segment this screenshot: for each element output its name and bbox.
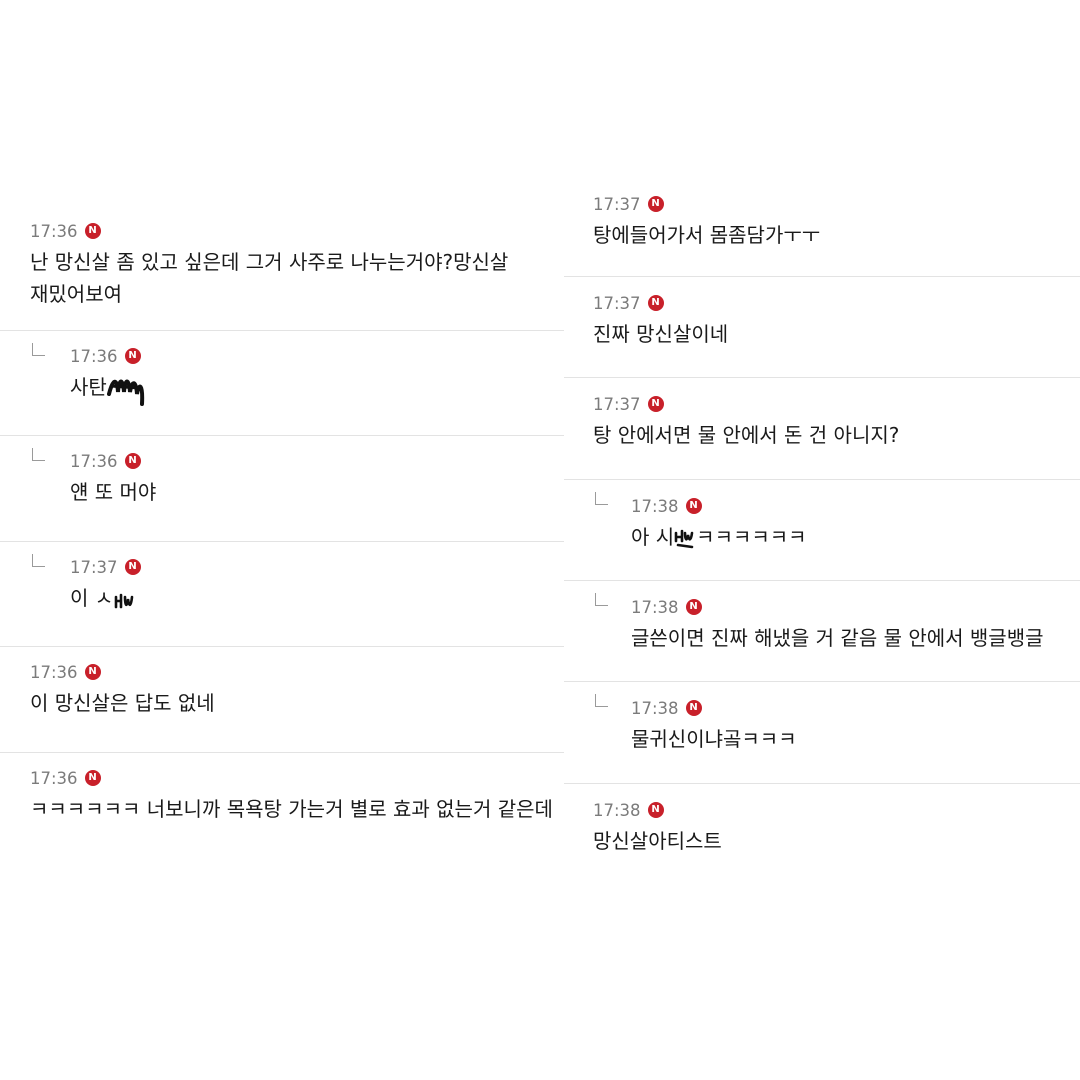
reply-arrow-icon <box>32 343 45 356</box>
reply-item[interactable]: 17:38 N 글쓴이면 진짜 해냈을 거 같음 물 안에서 뱅글뱅글 <box>564 581 1080 682</box>
comment-meta: 17:38 N <box>593 799 1070 821</box>
comment-text-wrap: 아 시 ㅋㅋㅋㅋㅋㅋ <box>631 521 1070 553</box>
comment-time: 17:37 <box>593 194 641 214</box>
comment-meta: 17:37 N <box>70 556 554 578</box>
comment-time: 17:36 <box>30 662 78 682</box>
reply-item[interactable]: 17:36 N 사탄 <box>0 331 564 436</box>
comment-meta: 17:37 N <box>593 292 1070 314</box>
new-badge-icon: N <box>647 396 664 412</box>
censor-scribble-icon <box>674 529 694 548</box>
comment-meta: 17:36 N <box>70 450 554 472</box>
new-badge-icon: N <box>647 802 664 818</box>
comment-text: 망신살아티스트 <box>593 829 722 853</box>
comment-time: 17:36 <box>70 451 118 471</box>
reply-arrow-icon <box>32 448 45 461</box>
comment-item[interactable]: 17:37 N 탕 안에서면 물 안에서 돈 건 아니지? <box>564 378 1080 480</box>
comment-text: 아 시 <box>631 525 675 549</box>
reply-item[interactable]: 17:36 N 얜 또 머야 <box>0 436 564 542</box>
comment-text: 탕에들어가서 몸좀담가ㅜㅜ <box>593 223 821 247</box>
comment-text: 이 ㅅ <box>70 586 114 610</box>
comment-time: 17:37 <box>593 394 641 414</box>
comment-item[interactable]: 17:36 N 난 망신살 좀 있고 싶은데 그거 사주로 나누는거야?망신살 … <box>0 206 564 331</box>
comment-meta: 17:36 N <box>70 345 554 367</box>
new-badge-icon: N <box>84 223 101 239</box>
comment-time: 17:37 <box>70 557 118 577</box>
comment-item[interactable]: 17:36 N 이 망신살은 답도 없네 <box>0 647 564 753</box>
reply-arrow-icon <box>32 554 45 567</box>
reply-arrow-icon <box>595 593 608 606</box>
comment-meta: 17:37 N <box>593 193 1070 215</box>
comment-meta: 17:38 N <box>631 596 1070 618</box>
comment-text-suffix: ㅋㅋㅋㅋㅋㅋ <box>696 525 807 549</box>
comment-time: 17:38 <box>631 496 679 516</box>
comment-meta: 17:37 N <box>593 393 1070 415</box>
comment-text: 물귀신이냐곸ㅋㅋㅋ <box>631 727 797 751</box>
comment-item[interactable]: 17:37 N 진짜 망신살이네 <box>564 277 1080 378</box>
new-badge-icon: N <box>685 700 702 716</box>
comment-text: 얜 또 머야 <box>70 480 157 504</box>
new-badge-icon: N <box>124 559 141 575</box>
comment-time: 17:36 <box>70 346 118 366</box>
new-badge-icon: N <box>124 348 141 364</box>
new-badge-icon: N <box>84 664 101 680</box>
comment-text: 탕 안에서면 물 안에서 돈 건 아니지? <box>593 423 900 447</box>
censor-scribble-icon <box>114 593 134 608</box>
reply-arrow-icon <box>595 694 608 707</box>
comment-item[interactable]: 17:38 N 망신살아티스트 <box>564 784 1080 884</box>
reply-item[interactable]: 17:38 N 물귀신이냐곸ㅋㅋㅋ <box>564 682 1080 784</box>
reply-arrow-icon <box>595 492 608 505</box>
comment-text: 진짜 망신살이네 <box>593 322 729 346</box>
comment-meta: 17:38 N <box>631 697 1070 719</box>
comment-text-wrap: 사탄 <box>70 371 554 406</box>
comment-text: ㅋㅋㅋㅋㅋㅋ 너보니까 목욕탕 가는거 별로 효과 없는거 같은데 <box>30 797 553 821</box>
new-badge-icon: N <box>685 599 702 615</box>
new-badge-icon: N <box>647 196 664 212</box>
comment-time: 17:38 <box>631 698 679 718</box>
comment-meta: 17:36 N <box>30 767 554 789</box>
censor-scribble-icon <box>106 379 144 406</box>
comment-time: 17:38 <box>593 800 641 820</box>
reply-item[interactable]: 17:37 N 이 ㅅ <box>0 542 564 647</box>
comment-item[interactable]: 17:36 N ㅋㅋㅋㅋㅋㅋ 너보니까 목욕탕 가는거 별로 효과 없는거 같은… <box>0 753 564 878</box>
comment-meta: 17:36 N <box>30 220 554 242</box>
comment-meta: 17:38 N <box>631 495 1070 517</box>
new-badge-icon: N <box>124 453 141 469</box>
comment-meta: 17:36 N <box>30 661 554 683</box>
comment-time: 17:38 <box>631 597 679 617</box>
new-badge-icon: N <box>685 498 702 514</box>
comment-item[interactable]: 17:37 N 탕에들어가서 몸좀담가ㅜㅜ <box>564 178 1080 277</box>
comment-text: 글쓴이면 진짜 해냈을 거 같음 물 안에서 뱅글뱅글 <box>631 626 1044 650</box>
comment-time: 17:36 <box>30 768 78 788</box>
left-comment-panel: 17:36 N 난 망신살 좀 있고 싶은데 그거 사주로 나누는거야?망신살 … <box>0 206 564 878</box>
new-badge-icon: N <box>647 295 664 311</box>
comment-text-wrap: 이 ㅅ <box>70 582 554 614</box>
comment-time: 17:37 <box>593 293 641 313</box>
comment-text: 사탄 <box>70 375 107 399</box>
comment-text: 난 망신살 좀 있고 싶은데 그거 사주로 나누는거야?망신살 재밌어보여 <box>30 250 515 306</box>
comment-text: 이 망신살은 답도 없네 <box>30 691 215 715</box>
right-comment-panel: 17:37 N 탕에들어가서 몸좀담가ㅜㅜ 17:37 N 진짜 망신살이네 1… <box>564 178 1080 884</box>
new-badge-icon: N <box>84 770 101 786</box>
reply-item[interactable]: 17:38 N 아 시 ㅋㅋㅋㅋㅋㅋ <box>564 480 1080 581</box>
comment-time: 17:36 <box>30 221 78 241</box>
